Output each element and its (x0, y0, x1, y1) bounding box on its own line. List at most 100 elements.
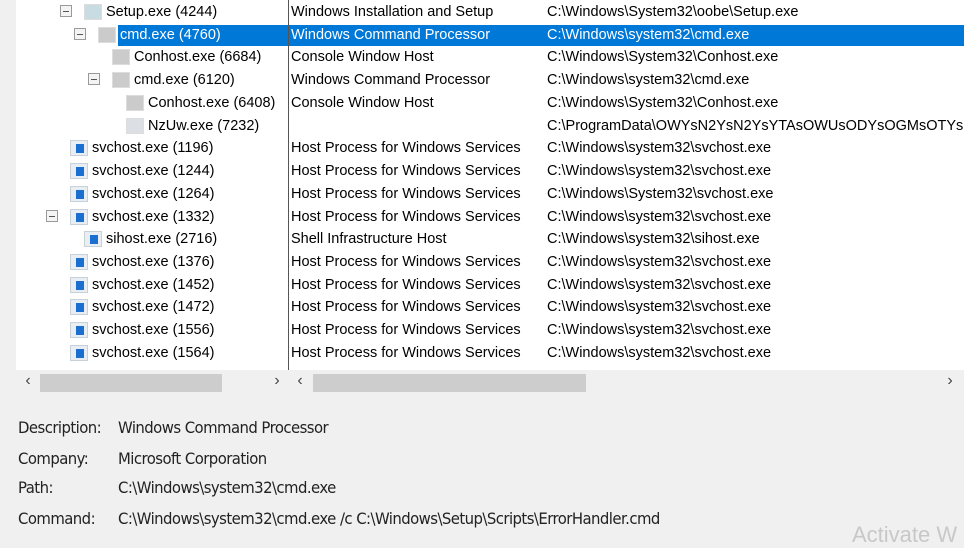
generic-exe-icon (126, 117, 144, 134)
service-icon (70, 185, 88, 202)
process-path: C:\Windows\system32\svchost.exe (547, 344, 772, 361)
process-row[interactable]: svchost.exe (1472) Host Process for Windo… (16, 296, 964, 318)
process-path: C:\Windows\System32\Conhost.exe (547, 49, 779, 66)
process-name: svchost.exe (1244) (92, 163, 215, 180)
process-description: Windows Command Processor (291, 72, 491, 89)
console-icon (112, 72, 130, 89)
service-icon (70, 322, 88, 339)
process-description: Windows Command Processor (291, 26, 491, 43)
company-value: Microsoft Corporation (118, 449, 267, 468)
collapse-icon[interactable] (60, 5, 72, 17)
command-value: C:\Windows\system32\cmd.exe /c C:\Window… (118, 509, 660, 528)
process-row[interactable]: svchost.exe (1556) Host Process for Windo… (16, 319, 964, 341)
console-icon (112, 49, 130, 66)
process-row[interactable]: svchost.exe (1244) Host Process for Windo… (16, 160, 964, 182)
columns-scrollbar-thumb[interactable] (313, 374, 586, 392)
console-icon (126, 94, 144, 111)
process-path: C:\Windows\System32\oobe\Setup.exe (547, 4, 799, 20)
process-path: C:\Windows\system32\sihost.exe (547, 231, 760, 248)
process-row[interactable]: svchost.exe (1332) Host Process for Windo… (16, 206, 964, 228)
process-path: C:\Windows\System32\svchost.exe (547, 185, 774, 202)
process-name: svchost.exe (1452) (92, 276, 215, 293)
process-name: Conhost.exe (6684) (134, 49, 262, 66)
tree-scrollbar-thumb[interactable] (40, 374, 222, 392)
process-row[interactable]: svchost.exe (1196) Host Process for Windo… (16, 137, 964, 159)
process-description: Host Process for Windows Services (291, 322, 521, 339)
process-path: C:\Windows\system32\svchost.exe (547, 140, 772, 157)
process-name: svchost.exe (1564) (92, 344, 215, 361)
path-label: Path: (18, 478, 53, 497)
process-name: svchost.exe (1264) (92, 185, 215, 202)
scroll-right-arrow[interactable]: › (270, 372, 284, 390)
process-path: C:\Windows\system32\cmd.exe (547, 72, 750, 89)
process-path: C:\Windows\system32\svchost.exe (547, 299, 772, 316)
process-description: Host Process for Windows Services (291, 185, 521, 202)
process-tree[interactable]: Setup.exe (4244) Windows Installation and… (16, 0, 964, 370)
description-label: Description: (18, 418, 102, 437)
process-row[interactable]: sihost.exe (2716) Shell Infrastructure Ho… (16, 228, 964, 250)
collapse-icon[interactable] (46, 209, 58, 222)
process-description: Windows Installation and Setup (291, 4, 494, 20)
process-name: sihost.exe (2716) (106, 231, 218, 248)
process-path: C:\Windows\system32\svchost.exe (547, 208, 772, 225)
process-description: Host Process for Windows Services (291, 299, 521, 316)
service-icon (70, 299, 88, 316)
setup-icon (84, 4, 102, 20)
process-description: Host Process for Windows Services (291, 208, 521, 225)
process-path: C:\Windows\system32\svchost.exe (547, 254, 772, 271)
process-name: svchost.exe (1376) (92, 254, 215, 271)
scroll-left-arrow[interactable]: ‹ (21, 372, 35, 390)
process-row[interactable]: Setup.exe (4244) Windows Installation and… (16, 1, 964, 23)
process-name: Conhost.exe (6408) (148, 94, 276, 111)
scroll-left-arrow[interactable]: ‹ (293, 372, 307, 390)
service-icon (70, 344, 88, 361)
process-path: C:\Windows\System32\Conhost.exe (547, 94, 779, 111)
service-icon (70, 140, 88, 157)
collapse-icon[interactable] (88, 73, 100, 86)
process-name: Setup.exe (4244) (106, 4, 218, 20)
process-description: Host Process for Windows Services (291, 163, 521, 180)
process-row[interactable]: svchost.exe (1452) Host Process for Windo… (16, 274, 964, 296)
path-value: C:\Windows\system32\cmd.exe (118, 478, 336, 497)
process-row[interactable]: NzUw.exe (7232) C:\ProgramData\OWYsN2YsN2… (16, 115, 964, 137)
command-label: Command: (18, 509, 96, 528)
process-path: C:\Windows\system32\cmd.exe (547, 26, 750, 43)
process-name: NzUw.exe (7232) (148, 117, 260, 134)
process-name: svchost.exe (1556) (92, 322, 215, 339)
process-description: Console Window Host (291, 94, 434, 111)
collapse-icon[interactable] (74, 27, 86, 40)
process-name: svchost.exe (1196) (92, 140, 214, 157)
console-icon (98, 26, 116, 43)
process-path: C:\Windows\system32\svchost.exe (547, 276, 772, 293)
company-label: Company: (18, 449, 89, 468)
process-row[interactable]: svchost.exe (1376) Host Process for Windo… (16, 251, 964, 273)
process-row[interactable]: svchost.exe (1564) Host Process for Windo… (16, 342, 964, 364)
process-row[interactable]: cmd.exe (4760) Windows Command Processor C… (16, 24, 964, 46)
process-path: C:\ProgramData\OWYsN2YsN2YsYTAsOWUsODYsO… (547, 117, 964, 134)
process-description: Shell Infrastructure Host (291, 231, 447, 248)
scroll-right-arrow[interactable]: › (943, 372, 957, 390)
process-description: Host Process for Windows Services (291, 140, 521, 157)
service-icon (70, 276, 88, 293)
selection-highlight (118, 24, 964, 46)
description-value: Windows Command Processor (118, 418, 329, 437)
column-divider[interactable] (288, 0, 289, 370)
process-name: svchost.exe (1332) (92, 208, 215, 225)
process-description: Host Process for Windows Services (291, 276, 521, 293)
service-icon (70, 163, 88, 180)
process-name: cmd.exe (6120) (134, 72, 235, 89)
service-icon (70, 208, 88, 225)
process-description: Host Process for Windows Services (291, 254, 521, 271)
service-icon (70, 254, 88, 271)
process-path: C:\Windows\system32\svchost.exe (547, 163, 772, 180)
process-name: cmd.exe (4760) (120, 26, 221, 43)
process-row[interactable]: svchost.exe (1264) Host Process for Windo… (16, 183, 964, 205)
process-row[interactable]: Conhost.exe (6684) Console Window Host C:\… (16, 46, 964, 68)
process-row[interactable]: Conhost.exe (6408) Console Window Host C:\… (16, 92, 964, 114)
process-path: C:\Windows\system32\svchost.exe (547, 322, 772, 339)
process-description: Host Process for Windows Services (291, 344, 521, 361)
process-description: Console Window Host (291, 49, 434, 66)
service-icon (84, 231, 102, 248)
activation-watermark: Activate W (852, 522, 958, 547)
process-row[interactable]: cmd.exe (6120) Windows Command Processor C… (16, 69, 964, 91)
